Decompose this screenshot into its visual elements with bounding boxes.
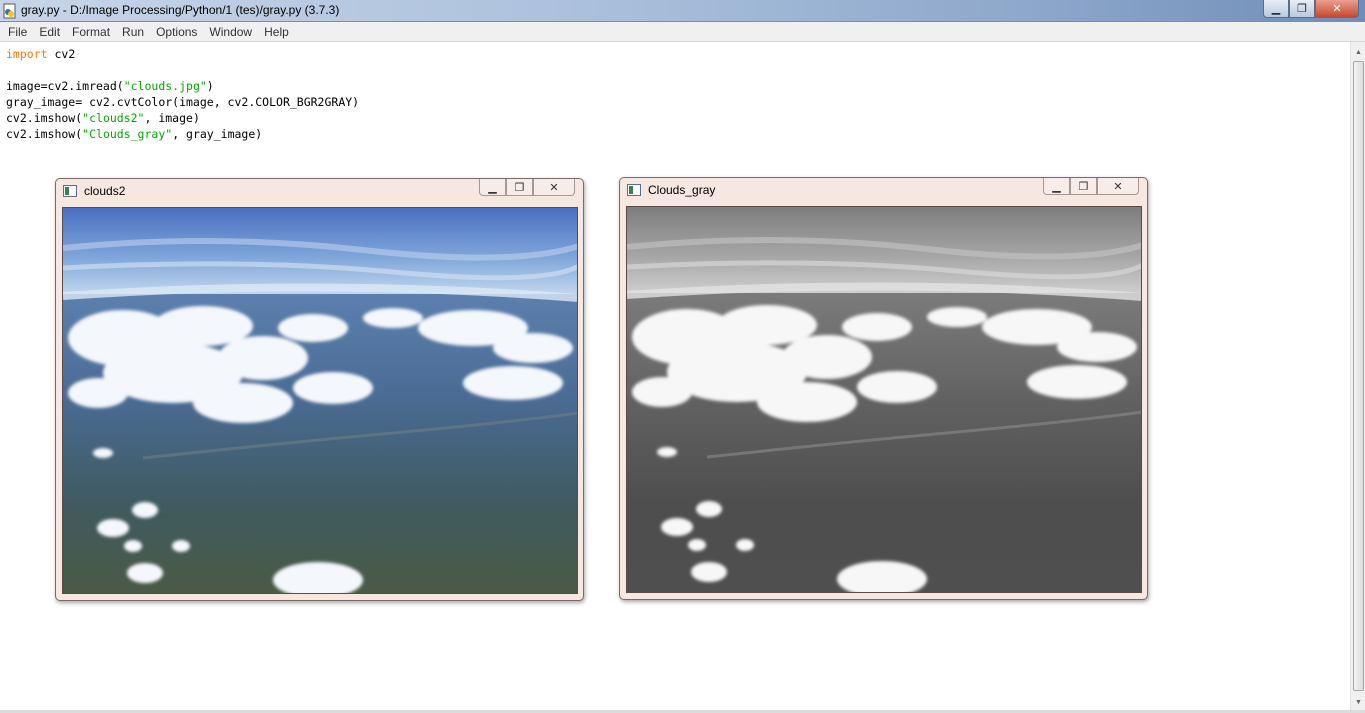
menu-bar: File Edit Format Run Options Window Help — [0, 22, 1365, 42]
menu-help[interactable]: Help — [258, 25, 295, 39]
cv-window-titlebar[interactable]: Clouds_gray ▁ ❐ ✕ — [620, 178, 1147, 204]
string-clouds-jpg: "clouds.jpg" — [123, 79, 207, 93]
code-line-4: gray_image= cv2.cvtColor(image, cv2.COLO… — [6, 95, 360, 109]
vertical-scrollbar[interactable]: ▲ ▼ — [1350, 42, 1365, 713]
code-line-6b: , gray_image) — [172, 127, 263, 141]
python-file-icon — [3, 3, 16, 19]
code-line-5a: cv2.imshow( — [6, 111, 83, 125]
keyword-import: import — [6, 47, 48, 61]
window-app-icon — [627, 184, 641, 196]
menu-run[interactable]: Run — [116, 25, 150, 39]
code-line-5b: , image) — [144, 111, 200, 125]
minimize-button[interactable]: ▁ — [1263, 0, 1289, 18]
menu-file[interactable]: File — [2, 25, 33, 39]
code-text[interactable]: import cv2 image=cv2.imread("clouds.jpg"… — [6, 46, 359, 142]
clouds-color-image — [62, 207, 578, 594]
maximize-button[interactable]: ❐ — [1070, 178, 1097, 195]
scrollbar-thumb[interactable] — [1353, 61, 1364, 691]
close-button[interactable]: ✕ — [1097, 178, 1139, 195]
menu-window[interactable]: Window — [203, 25, 258, 39]
minimize-button[interactable]: ▁ — [1043, 178, 1070, 195]
cv-window-clouds2[interactable]: clouds2 ▁ ❐ ✕ — [55, 178, 584, 601]
menu-options[interactable]: Options — [150, 25, 203, 39]
string-clouds2: "clouds2" — [82, 111, 145, 125]
menu-edit[interactable]: Edit — [33, 25, 66, 39]
window-title: gray.py - D:/Image Processing/Python/1 (… — [21, 3, 340, 17]
code-line-3b: ) — [206, 79, 214, 93]
scroll-up-arrow-icon[interactable]: ▲ — [1351, 44, 1365, 60]
minimize-button[interactable]: ▁ — [479, 179, 506, 196]
clouds-gray-image — [626, 206, 1142, 593]
maximize-button[interactable]: ❐ — [1289, 0, 1315, 18]
menu-format[interactable]: Format — [66, 25, 116, 39]
close-button[interactable]: ✕ — [1315, 0, 1359, 18]
cv-window-titlebar[interactable]: clouds2 ▁ ❐ ✕ — [56, 179, 583, 205]
window-app-icon — [63, 185, 77, 197]
cv-window-clouds-gray[interactable]: Clouds_gray ▁ ❐ ✕ — [619, 177, 1148, 600]
string-clouds-gray: "Clouds_gray" — [82, 127, 173, 141]
scroll-down-arrow-icon[interactable]: ▼ — [1351, 694, 1365, 710]
title-bar[interactable]: gray.py - D:/Image Processing/Python/1 (… — [0, 0, 1365, 22]
code-line-1: cv2 — [47, 47, 76, 61]
code-line-3a: image=cv2.imread( — [6, 79, 124, 93]
code-line-6a: cv2.imshow( — [6, 127, 83, 141]
cv-window-title: clouds2 — [84, 184, 126, 198]
close-button[interactable]: ✕ — [533, 179, 575, 196]
cv-window-title: Clouds_gray — [648, 183, 716, 197]
maximize-button[interactable]: ❐ — [506, 179, 533, 196]
